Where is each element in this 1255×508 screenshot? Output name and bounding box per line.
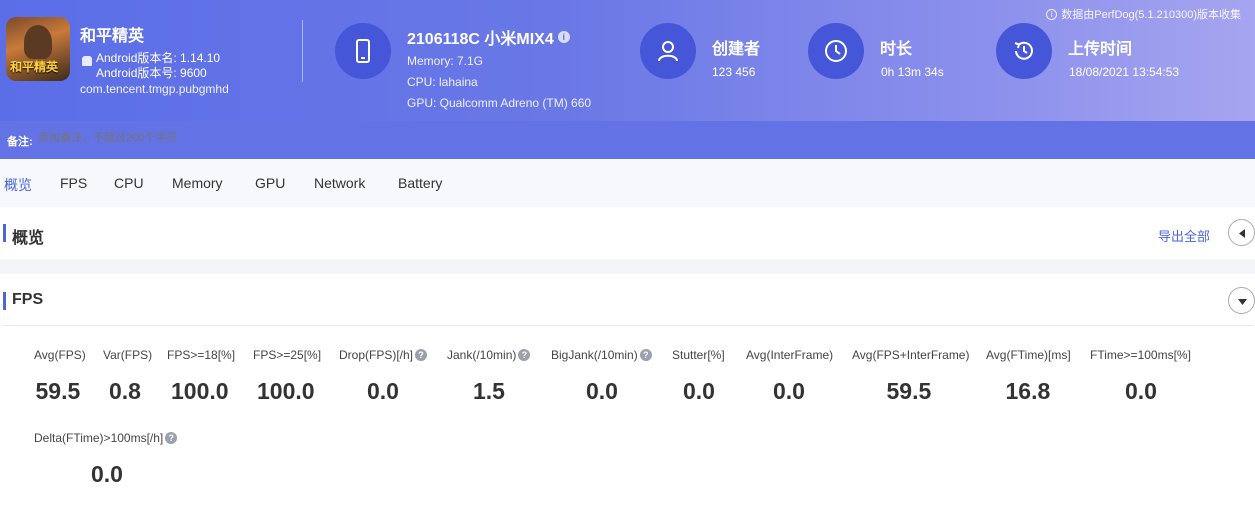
metric-label-text: FPS>=18[%] <box>167 348 236 362</box>
phone-icon <box>335 23 391 79</box>
caret-left-icon <box>1239 229 1245 238</box>
metric-label-text: FPS>=25[%] <box>253 348 322 362</box>
history-icon <box>996 23 1052 79</box>
duration-value: 0h 13m 34s <box>881 65 944 79</box>
metric-value: 100.0 <box>257 378 315 404</box>
remark-label: 备注: <box>7 136 33 148</box>
metric-label-text: Avg(FPS) <box>34 348 86 362</box>
tab-fps[interactable]: FPS <box>60 175 87 191</box>
metric-label: FTime>=100ms[%] <box>1090 348 1191 362</box>
creator-label: 创建者 <box>712 41 761 58</box>
perfdog-version-notice: i 数据由PerfDog(5.1.210300)版本收集 <box>1046 6 1241 22</box>
metric-label-text: Avg(FTime)[ms] <box>986 348 1071 362</box>
device-gpu: GPU: Qualcomm Adreno (TM) 660 <box>407 96 592 110</box>
metric-value: 100.0 <box>171 378 229 404</box>
upload-time-label: 上传时间 <box>1068 41 1133 58</box>
metric-label: Delta(FTime)>100ms[/h]? <box>34 431 178 445</box>
metric-label-text: FTime>=100ms[%] <box>1090 348 1191 362</box>
package-name: com.tencent.tmgp.pubgmhd <box>80 82 229 96</box>
metric-value: 0.0 <box>91 461 123 487</box>
metric-value: 0.8 <box>109 378 141 404</box>
tab-overview[interactable]: 概览 <box>4 175 32 195</box>
metric-label-text: Var(FPS) <box>103 348 153 362</box>
metric-label: FPS>=18[%] <box>167 348 235 362</box>
caret-down-icon <box>1238 299 1247 305</box>
fps-title: FPS <box>12 291 44 308</box>
header-divider <box>302 20 303 82</box>
app-icon-figure <box>24 25 52 59</box>
device-cpu: CPU: lahaina <box>407 75 478 89</box>
metric-value: 1.5 <box>473 378 505 404</box>
metric-label: Var(FPS) <box>103 348 152 362</box>
metric-label: Avg(FPS) <box>34 348 86 362</box>
tab-battery[interactable]: Battery <box>398 175 442 191</box>
metric-value: 0.0 <box>773 378 805 404</box>
overview-title: 概览 <box>12 230 45 247</box>
metric-value: 0.0 <box>586 378 618 404</box>
collapse-fps-button[interactable] <box>1228 287 1255 314</box>
notice-text: 数据由PerfDog(5.1.210300)版本收集 <box>1061 9 1241 21</box>
device-memory: Memory: 7.1G <box>407 54 484 68</box>
metric-value: 59.5 <box>886 378 932 404</box>
android-version-code: Android版本号: 9600 <box>96 66 207 80</box>
help-icon[interactable]: ? <box>415 349 428 361</box>
overview-accent-bar <box>3 224 6 242</box>
export-all-button[interactable]: 导出全部 <box>1158 226 1210 245</box>
collapse-left-button[interactable] <box>1228 219 1255 246</box>
help-icon[interactable]: ? <box>518 349 531 361</box>
metric-label: Avg(InterFrame) <box>746 348 833 362</box>
device-info-icon[interactable]: i <box>557 31 570 43</box>
metric-label-text: Delta(FTime)>100ms[/h] <box>34 431 164 445</box>
help-icon[interactable]: ? <box>165 432 178 444</box>
device-name: 2106118C 小米MIX4 <box>407 31 554 48</box>
fps-panel-divider <box>3 325 1253 326</box>
android-icon <box>82 56 92 66</box>
help-icon[interactable]: ? <box>639 349 652 361</box>
metric-value: 16.8 <box>1005 378 1051 404</box>
app-icon: 和平精英 <box>6 17 70 81</box>
metric-label-text: Avg(InterFrame) <box>746 348 834 362</box>
metric-value: 59.5 <box>35 378 81 404</box>
metric-label-text: Stutter[%] <box>672 348 725 362</box>
fps-accent-bar <box>3 292 6 310</box>
metric-label: Stutter[%] <box>672 348 725 362</box>
app-icon-text: 和平精英 <box>10 60 59 74</box>
metric-label-text: Jank(/10min) <box>447 348 517 362</box>
metric-label-text: BigJank(/10min) <box>551 348 638 362</box>
metric-label: Drop(FPS)[/h]? <box>339 348 428 362</box>
device-title: 2106118C 小米MIX4 i <box>407 25 570 49</box>
metric-value: 0.0 <box>683 378 715 404</box>
overview-panel <box>0 207 1255 259</box>
remark-input[interactable] <box>38 132 338 144</box>
tab-cpu[interactable]: CPU <box>114 175 144 191</box>
info-icon: i <box>1046 8 1058 20</box>
metric-label: FPS>=25[%] <box>253 348 321 362</box>
tab-gpu[interactable]: GPU <box>255 175 285 191</box>
app-name: 和平精英 <box>80 28 145 45</box>
metric-label: Jank(/10min)? <box>447 348 531 362</box>
duration-label: 时长 <box>880 41 913 58</box>
metric-value: 0.0 <box>367 378 399 404</box>
metric-label-text: Avg(FPS+InterFrame) <box>852 348 970 362</box>
metric-label-text: Drop(FPS)[/h] <box>339 348 414 362</box>
metric-label: Avg(FPS+InterFrame) <box>852 348 969 362</box>
user-icon <box>640 23 696 79</box>
clock-icon <box>808 23 864 79</box>
tab-network[interactable]: Network <box>314 175 365 191</box>
metric-label: BigJank(/10min)? <box>551 348 652 362</box>
tab-memory[interactable]: Memory <box>172 175 223 191</box>
upload-time-value: 18/08/2021 13:54:53 <box>1069 65 1180 79</box>
creator-value: 123 456 <box>712 65 756 79</box>
metric-value: 0.0 <box>1125 378 1157 404</box>
metric-label: Avg(FTime)[ms] <box>986 348 1071 362</box>
